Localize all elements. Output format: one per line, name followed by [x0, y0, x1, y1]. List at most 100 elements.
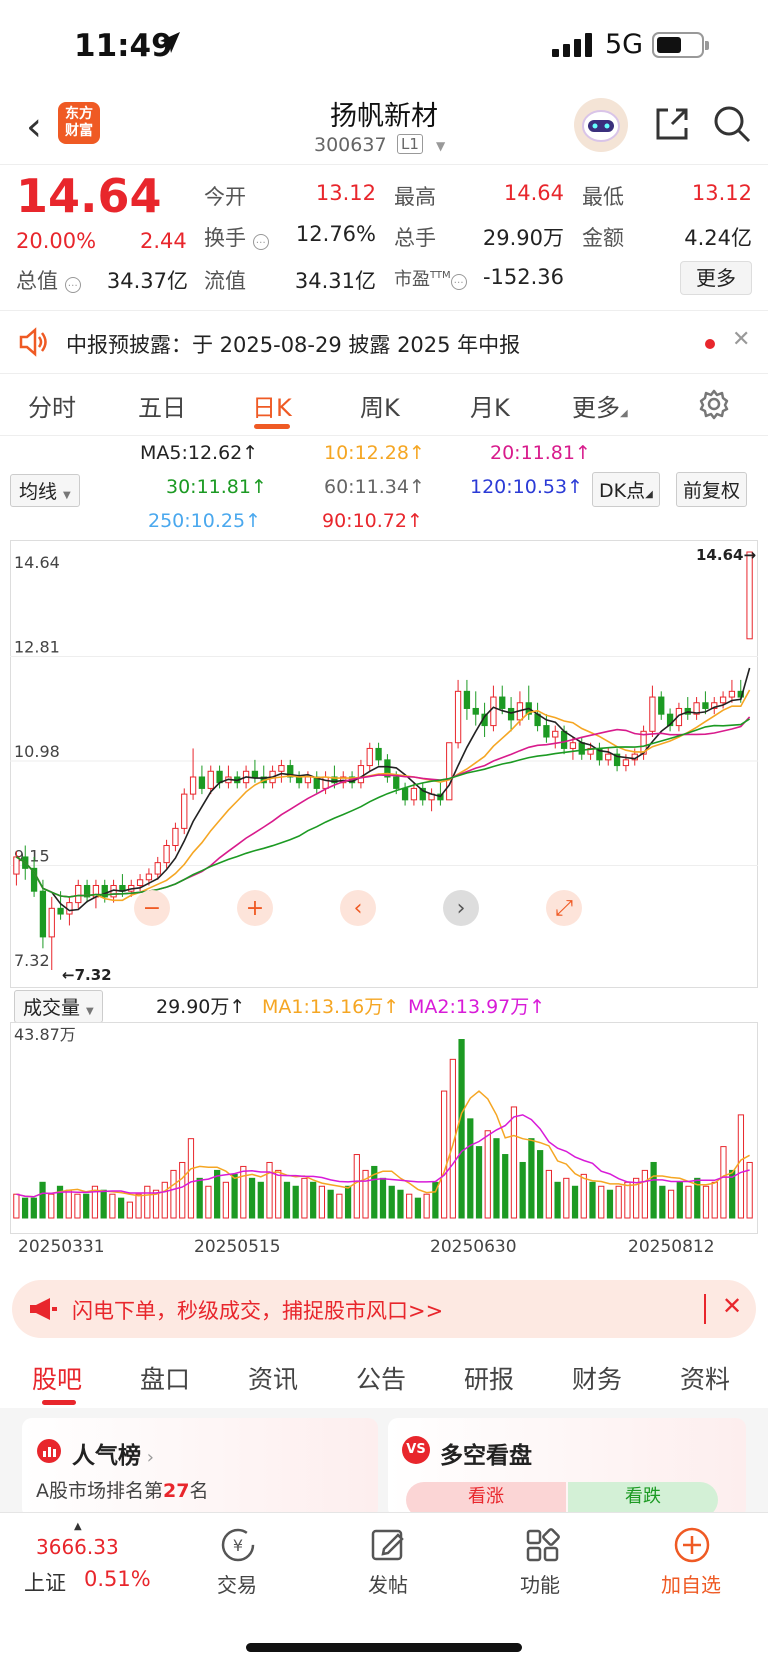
volume-bar	[231, 1173, 238, 1219]
tab-more[interactable]: 更多◢	[572, 388, 628, 423]
volume-bar	[650, 1161, 657, 1219]
tab-intraday[interactable]: 分时	[28, 388, 76, 423]
volume-bar	[109, 1193, 116, 1219]
index-change[interactable]: 0.51%	[84, 1567, 151, 1591]
candle	[401, 787, 409, 801]
y-tick-label: 12.81	[14, 638, 60, 657]
index-value[interactable]: 3666.33	[36, 1535, 119, 1559]
search-icon[interactable]	[712, 104, 752, 144]
promo-banner[interactable]: 闪电下单，秒级成交，捕捉股市风口>> ✕	[12, 1280, 756, 1338]
low-label: 最低	[582, 185, 624, 209]
volume-bar	[641, 1169, 649, 1219]
expand-button[interactable]: ⤢	[546, 890, 582, 926]
last-price: 14.64	[16, 169, 162, 223]
tab-daily-k[interactable]: 日K	[252, 388, 292, 423]
bull-bear-card[interactable]: VS 多空看盘 看涨 看跌	[388, 1418, 746, 1518]
ma-indicator-bar: 均线 ▼ MA5:12.62↑ 10:12.28↑ 20:11.81↑ 30:11…	[0, 436, 768, 536]
index-name[interactable]: 上证	[24, 1567, 66, 1597]
level-badge[interactable]: L1	[397, 134, 423, 154]
location-arrow-icon	[160, 32, 180, 53]
prev-button[interactable]: ‹	[340, 890, 376, 926]
ma250-value: 250:10.25↑	[148, 510, 261, 532]
tab-functions[interactable]: 功能	[495, 1569, 585, 1598]
active-tab-indicator	[254, 424, 290, 429]
tab-guba[interactable]: 股吧	[32, 1360, 82, 1396]
status-bar: 11:49 5G	[0, 0, 768, 92]
tab-monthly-k[interactable]: 月K	[470, 388, 510, 423]
volume-selector[interactable]: 成交量 ▼	[14, 990, 103, 1023]
svg-text:−: −	[143, 896, 161, 921]
tab-add-watchlist[interactable]: 加自选	[646, 1569, 736, 1598]
zoom-out-button[interactable]: −	[134, 890, 170, 926]
tab-post[interactable]: 发帖	[343, 1569, 433, 1598]
close-icon[interactable]: ✕	[722, 1292, 742, 1320]
tab-trade[interactable]: 交易	[192, 1569, 282, 1598]
ma-selector[interactable]: 均线 ▼	[10, 474, 80, 507]
candle	[207, 770, 214, 789]
candle	[48, 907, 55, 938]
ma90-value: 90:10.72↑	[322, 510, 423, 532]
unread-dot	[705, 339, 715, 349]
tab-financials[interactable]: 财务	[572, 1360, 622, 1396]
robot-assistant-icon[interactable]	[574, 98, 628, 152]
volume-bar	[475, 1146, 483, 1219]
candle	[136, 879, 144, 886]
tab-profile[interactable]: 资料	[680, 1360, 730, 1396]
more-button[interactable]: 更多	[680, 261, 752, 295]
dk-point-selector[interactable]: DK点◢	[592, 472, 660, 507]
candle	[366, 747, 373, 767]
signal-icon	[552, 33, 592, 57]
volume-bar	[83, 1193, 90, 1219]
network-type: 5G	[605, 29, 644, 60]
candle	[278, 765, 285, 772]
functions-icon[interactable]	[522, 1525, 562, 1565]
tab-announcements[interactable]: 公告	[356, 1360, 406, 1396]
volume-bar	[170, 1169, 177, 1219]
bottom-tabbar: ▲ 3666.33 上证 0.51% ¥ 交易 发帖 功能 加自选	[0, 1512, 768, 1662]
candle	[39, 890, 47, 938]
chevron-down-icon[interactable]: ▼	[436, 139, 445, 153]
tab-research[interactable]: 研报	[464, 1360, 514, 1396]
tab-weekly-k[interactable]: 周K	[360, 388, 400, 423]
popularity-card[interactable]: 人气榜 › A股市场排名第27名	[22, 1418, 378, 1518]
trade-icon[interactable]: ¥	[218, 1525, 258, 1565]
tab-pankou[interactable]: 盘口	[140, 1360, 190, 1396]
notice-bar[interactable]: 中报预披露：于 2025-08-29 披露 2025 年中报 ✕	[0, 310, 768, 374]
ma10-value: 10:12.28↑	[324, 442, 425, 464]
adjust-selector[interactable]: 前复权	[676, 472, 748, 507]
volume-chart[interactable]: 43.87万 20250331 20250515 20250630 20250812	[10, 1022, 758, 1262]
open-value: 13.12	[315, 181, 376, 205]
candle	[702, 702, 709, 709]
high-price-label: 14.64→	[696, 546, 756, 564]
volume-bar	[327, 1189, 334, 1219]
volume-bar	[458, 1039, 465, 1219]
high-value: 14.64	[503, 181, 564, 205]
volume-bar	[344, 1185, 352, 1219]
add-watchlist-icon[interactable]	[672, 1525, 712, 1565]
volume-label: 总手	[394, 226, 436, 250]
volume-bar	[528, 1138, 535, 1219]
tab-news[interactable]: 资讯	[248, 1360, 298, 1396]
quote-panel: 14.64 20.00% 2.44 今开 13.12 最高 14.64 最低 1…	[0, 164, 768, 310]
volume-bar	[301, 1177, 308, 1219]
share-icon[interactable]	[652, 104, 692, 144]
volume-bar	[144, 1185, 151, 1219]
volume-bar	[179, 1161, 186, 1219]
change-percent: 20.00%	[16, 229, 97, 253]
y-tick-label: 7.32	[14, 951, 50, 970]
tab-five-day[interactable]: 五日	[138, 388, 186, 423]
candlestick-chart[interactable]: 14.6412.8110.989.157.3214.64→←7.32− + ‹ › ⤢	[10, 540, 758, 988]
close-icon[interactable]: ✕	[732, 327, 750, 352]
candle	[75, 884, 82, 904]
battery-icon	[652, 32, 709, 58]
next-button[interactable]: ›	[443, 890, 479, 926]
candle	[578, 742, 585, 755]
volume-bar	[187, 1138, 195, 1219]
ma20-value: 20:11.81↑	[490, 442, 591, 464]
post-icon[interactable]	[368, 1525, 408, 1565]
popularity-title: 人气榜 ›	[72, 1443, 154, 1469]
volume-bar	[659, 1185, 666, 1219]
zoom-in-button[interactable]: +	[237, 890, 273, 926]
gear-icon[interactable]	[698, 388, 730, 420]
volume-bar	[502, 1154, 509, 1219]
